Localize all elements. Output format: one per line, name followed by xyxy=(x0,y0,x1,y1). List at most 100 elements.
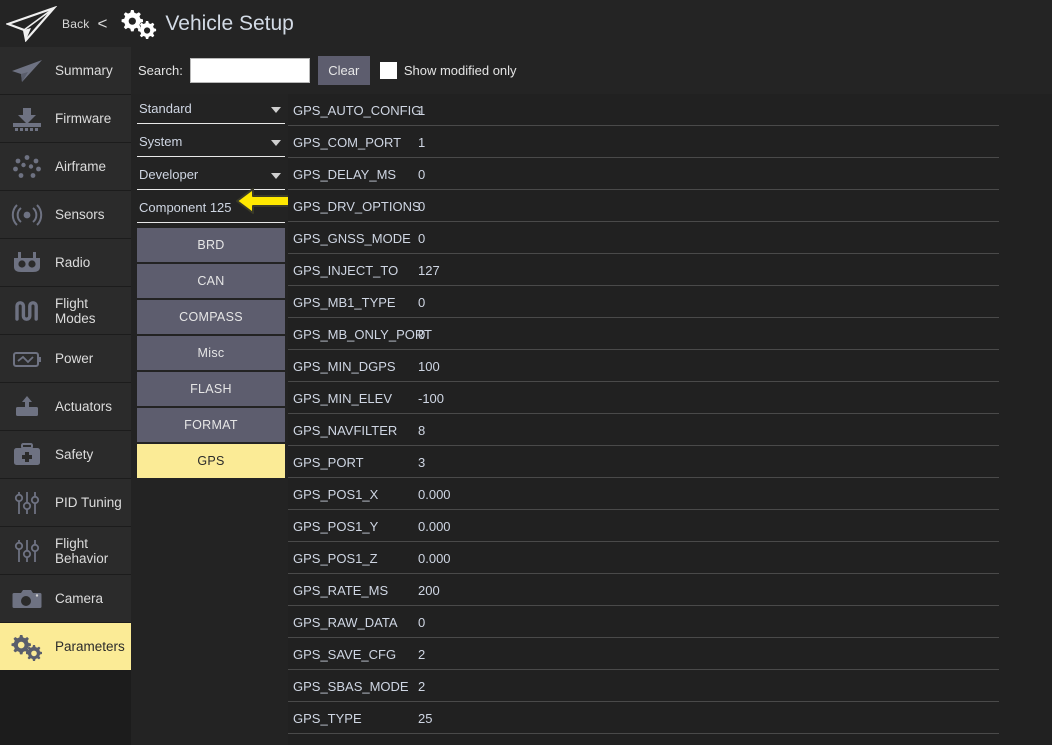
table-row[interactable]: GPS_SBAS_MODE 2 xyxy=(288,670,1052,702)
parameter-value: 0.000 xyxy=(418,519,451,534)
parameter-value: 0 xyxy=(418,167,425,182)
parameter-value: 1 xyxy=(418,103,425,118)
camera-icon xyxy=(7,584,47,614)
table-row[interactable]: GPS_MIN_DGPS 100 xyxy=(288,350,1052,382)
radio-tx-icon xyxy=(7,248,47,278)
back-label[interactable]: Back xyxy=(62,17,89,31)
sidebar-item-actuators[interactable]: Actuators xyxy=(0,383,131,430)
component-selector[interactable]: Component 125 xyxy=(137,193,285,226)
table-row[interactable]: GPS_RATE_MS 200 xyxy=(288,574,1052,606)
sidebar-item-label: Firmware xyxy=(55,111,111,126)
group-button-gps[interactable]: GPS xyxy=(137,444,285,478)
parameter-name: GPS_MB1_TYPE xyxy=(293,295,418,310)
table-row[interactable]: GPS_INJECT_TO 127 xyxy=(288,254,1052,286)
sidebar-item-label: Parameters xyxy=(55,639,125,654)
table-row[interactable]: GPS_SAVE_CFG 2 xyxy=(288,638,1052,670)
show-modified-checkbox[interactable] xyxy=(380,62,397,79)
table-row[interactable]: GPS_AUTO_CONFIG 1 xyxy=(288,94,1052,126)
group-button-compass[interactable]: COMPASS xyxy=(137,300,285,334)
table-row[interactable]: GPS_NAVFILTER 8 xyxy=(288,414,1052,446)
back-caret-icon[interactable]: < xyxy=(97,14,107,34)
component-label: Component 125 xyxy=(139,200,232,215)
sidebar-item-label: Airframe xyxy=(55,159,106,174)
waveform-icon xyxy=(7,296,47,326)
group-button-can[interactable]: CAN xyxy=(137,264,285,298)
dropdown-underline xyxy=(137,123,285,124)
parameter-value: 200 xyxy=(418,583,440,598)
table-row[interactable]: GPS_DRV_OPTIONS 0 xyxy=(288,190,1052,222)
chevron-down-icon xyxy=(271,107,281,113)
gears-icon xyxy=(7,632,47,662)
parameter-name: GPS_COM_PORT xyxy=(293,135,418,150)
parameter-name: GPS_PORT xyxy=(293,455,418,470)
dropdown-developer-value: Developer xyxy=(139,167,198,182)
sidebar-item-flight-modes[interactable]: Flight Modes xyxy=(0,287,131,334)
table-row[interactable]: GPS_MB_ONLY_PORT 0 xyxy=(288,318,1052,350)
dropdown-standard-value: Standard xyxy=(139,101,192,116)
row-divider xyxy=(288,733,999,734)
sidebar-item-pid-tuning[interactable]: PID Tuning xyxy=(0,479,131,526)
clear-button[interactable]: Clear xyxy=(318,56,370,85)
dropdown-underline xyxy=(137,156,285,157)
first-aid-kit-icon xyxy=(7,440,47,470)
sidebar-item-summary[interactable]: Summary xyxy=(0,47,131,94)
setup-sidebar: Summary Firmware Airframe xyxy=(0,47,131,745)
table-row[interactable]: GPS_POS1_X 0.000 xyxy=(288,478,1052,510)
sidebar-item-sensors[interactable]: Sensors xyxy=(0,191,131,238)
page-title: Vehicle Setup xyxy=(165,12,293,36)
vehicle-setup-window: Back < Vehicle Setup Summary xyxy=(0,0,1052,745)
parameter-value: 0.000 xyxy=(418,551,451,566)
table-row[interactable]: GPS_DELAY_MS 0 xyxy=(288,158,1052,190)
sidebar-item-label: Radio xyxy=(55,255,90,270)
chevron-down-icon xyxy=(271,173,281,179)
parameter-name: GPS_DRV_OPTIONS xyxy=(293,199,418,214)
sidebar-item-label: Sensors xyxy=(55,207,105,222)
sidebar-item-firmware[interactable]: Firmware xyxy=(0,95,131,142)
parameter-value: 25 xyxy=(418,711,432,726)
sidebar-item-label: Power xyxy=(55,351,93,366)
parameter-value: 2 xyxy=(418,647,425,662)
parameter-value: 3 xyxy=(418,455,425,470)
table-row[interactable]: GPS_MB1_TYPE 0 xyxy=(288,286,1052,318)
parameter-name: GPS_AUTO_CONFIG xyxy=(293,103,418,118)
group-button-label: GPS xyxy=(197,454,224,468)
parameter-name: GPS_RAW_DATA xyxy=(293,615,418,630)
parameter-value: 0 xyxy=(418,231,425,246)
parameter-name: GPS_DELAY_MS xyxy=(293,167,418,182)
sidebar-item-parameters[interactable]: Parameters xyxy=(0,623,131,670)
parameter-name: GPS_NAVFILTER xyxy=(293,423,418,438)
table-row[interactable]: GPS_COM_PORT 1 xyxy=(288,126,1052,158)
group-button-misc[interactable]: Misc xyxy=(137,336,285,370)
actuator-icon xyxy=(7,392,47,422)
sidebar-item-safety[interactable]: Safety xyxy=(0,431,131,478)
parameter-name: GPS_SAVE_CFG xyxy=(293,647,418,662)
download-chip-icon xyxy=(7,104,47,134)
sidebar-item-label: PID Tuning xyxy=(55,495,122,510)
group-button-format[interactable]: FORMAT xyxy=(137,408,285,442)
sidebar-item-power[interactable]: Power xyxy=(0,335,131,382)
table-row[interactable]: GPS_TYPE 25 xyxy=(288,702,1052,734)
table-row[interactable]: GPS_GNSS_MODE 0 xyxy=(288,222,1052,254)
search-input[interactable] xyxy=(190,58,310,83)
parameter-value: 127 xyxy=(418,263,440,278)
group-button-flash[interactable]: FLASH xyxy=(137,372,285,406)
dropdown-standard[interactable]: Standard xyxy=(137,94,285,127)
battery-icon xyxy=(7,344,47,374)
group-button-brd[interactable]: BRD xyxy=(137,228,285,262)
parameter-value: 0 xyxy=(418,615,425,630)
sidebar-item-airframe[interactable]: Airframe xyxy=(0,143,131,190)
dropdown-system[interactable]: System xyxy=(137,127,285,160)
search-label: Search: xyxy=(138,63,183,78)
paper-plane-icon xyxy=(7,56,47,86)
show-modified-label[interactable]: Show modified only xyxy=(404,63,517,78)
sidebar-item-label: Actuators xyxy=(55,399,112,414)
table-row[interactable]: GPS_POS1_Y 0.000 xyxy=(288,510,1052,542)
sidebar-item-radio[interactable]: Radio xyxy=(0,239,131,286)
sidebar-item-flight-behavior[interactable]: Flight Behavior xyxy=(0,527,131,574)
parameter-name: GPS_TYPE xyxy=(293,711,418,726)
sidebar-item-camera[interactable]: Camera xyxy=(0,575,131,622)
table-row[interactable]: GPS_RAW_DATA 0 xyxy=(288,606,1052,638)
table-row[interactable]: GPS_PORT 3 xyxy=(288,446,1052,478)
table-row[interactable]: GPS_POS1_Z 0.000 xyxy=(288,542,1052,574)
table-row[interactable]: GPS_MIN_ELEV -100 xyxy=(288,382,1052,414)
